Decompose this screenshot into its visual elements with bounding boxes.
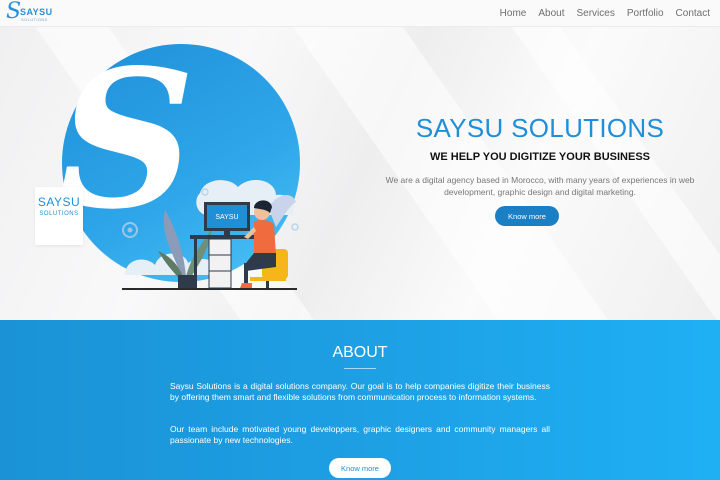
- desk-drawer-cabinet: [208, 238, 232, 289]
- about-section: ABOUT Saysu Solutions is a digital solut…: [0, 320, 720, 480]
- nav-link-services[interactable]: Services: [576, 8, 614, 19]
- nav-link-portfolio[interactable]: Portfolio: [627, 8, 664, 19]
- hero-description: We are a digital agency based in Morocco…: [385, 175, 695, 197]
- hero-title: SAYSU SOLUTIONS: [415, 113, 665, 143]
- person-shirt: [254, 220, 276, 255]
- nav-link-about[interactable]: About: [538, 8, 564, 19]
- logo-wordmark: SAYSU: [20, 7, 53, 17]
- nav-link-home[interactable]: Home: [500, 8, 527, 19]
- gear-icon: [127, 227, 133, 233]
- desk-leg: [194, 239, 197, 288]
- top-navbar: S SAYSU SOLUTIONS Home About Services Po…: [0, 0, 720, 27]
- about-know-more-button[interactable]: Know more: [329, 458, 391, 478]
- about-paragraph: Saysu Solutions is a digital solutions c…: [170, 381, 550, 402]
- logo-subtitle: SOLUTIONS: [21, 17, 48, 22]
- about-title: ABOUT: [332, 344, 388, 361]
- person-shoe: [240, 283, 252, 288]
- chair-seat: [250, 277, 286, 281]
- about-paragraph: Our team include motivated young develop…: [170, 424, 550, 445]
- main-menu: Home About Services Portfolio Contact: [500, 0, 710, 27]
- logo-s-mark: S: [6, 0, 22, 24]
- about-divider: [344, 368, 376, 369]
- hero-know-more-button[interactable]: Know more: [495, 206, 559, 226]
- monitor-text: SAYSU: [215, 214, 238, 221]
- nav-link-contact[interactable]: Contact: [676, 8, 710, 19]
- logo[interactable]: S SAYSU SOLUTIONS: [6, 0, 53, 25]
- hero-subtitle: WE HELP YOU DIGITIZE YOUR BUSINESS: [429, 151, 651, 163]
- gear-icon: [291, 223, 299, 231]
- plant-pot: [178, 275, 196, 289]
- hero-section: S SAYSU SOLUTIONS SAYSU SAYSU SOLUTIONS …: [0, 27, 720, 320]
